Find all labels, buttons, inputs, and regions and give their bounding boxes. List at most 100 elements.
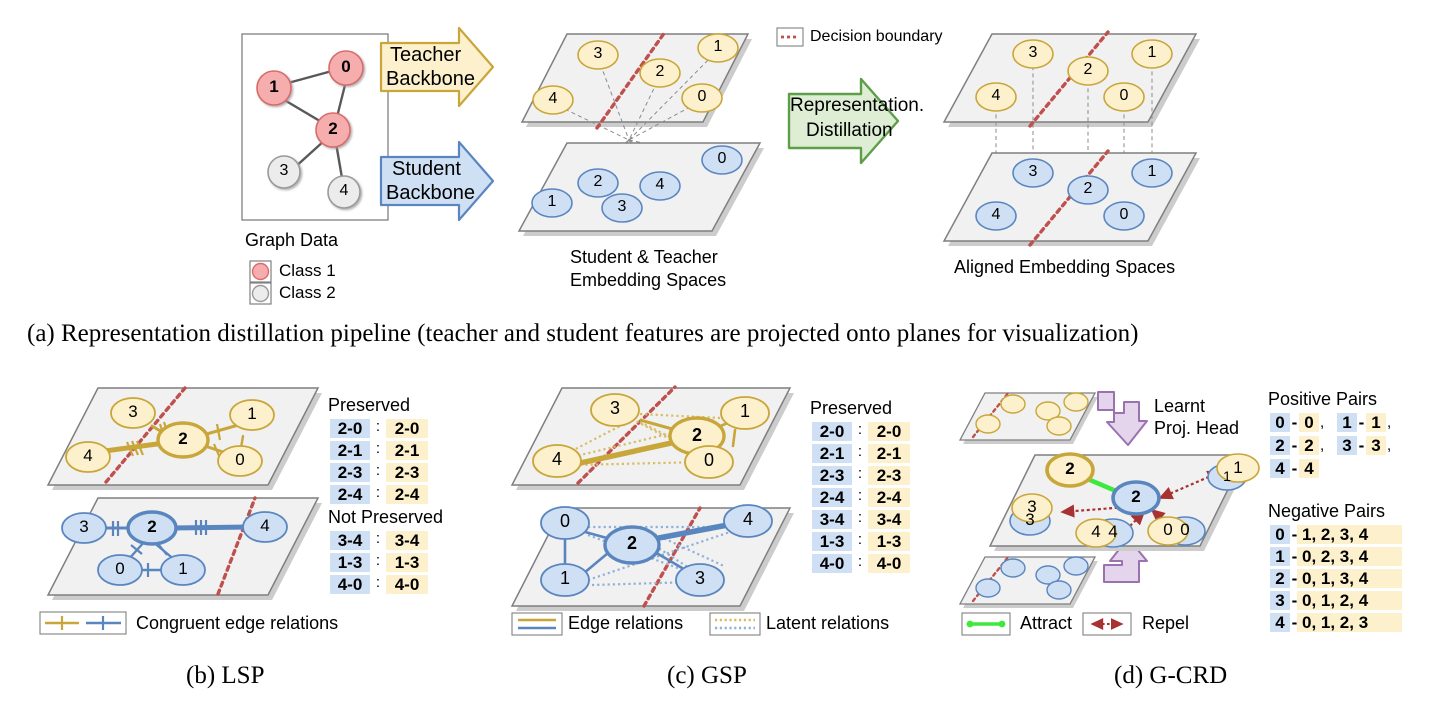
distillation-label-line1: Representation.: [790, 95, 925, 116]
student-backbone-label-line1: Student: [392, 158, 461, 180]
gcrd-teacher-node-1: 1: [1233, 458, 1243, 477]
lsp-preserved-sep-0: :: [375, 418, 381, 435]
unaligned-student-node-2: 2: [593, 173, 603, 190]
figure-canvas: [39, 26, 1402, 636]
gcrd-legend-repel-swatch: [1082, 612, 1132, 636]
gcrd-pos-comma-1b: ,: [1387, 437, 1392, 454]
gcrd-legend-repel-label: Repel: [1142, 613, 1190, 633]
gcrd-student-node-4: 4: [1108, 522, 1118, 541]
gsp-preserved-sep-4: :: [857, 509, 863, 526]
distillation-label-line2: Distillation: [806, 120, 893, 141]
gsp-preserved-sep-1: :: [857, 443, 863, 460]
lsp-legend-label: Congruent edge relations: [136, 613, 339, 633]
gsp-student-node-1: 1: [559, 568, 570, 588]
gcrd-neg-4a: 4: [1275, 613, 1285, 632]
gsp-preserved-sep-3: :: [857, 487, 863, 504]
aligned-teacher-node-3: 3: [1028, 44, 1038, 61]
unaligned-student-node-0: 0: [717, 150, 727, 167]
lsp-student-node-1: 1: [178, 559, 188, 578]
gsp-legend-latent-swatch: [709, 612, 761, 636]
decision-boundary-legend-swatch: [776, 27, 804, 47]
gsp-teacher-node-3: 3: [609, 398, 620, 418]
gsp-preserved-sep-2: :: [857, 465, 863, 482]
figure-root: 0 1 2 3 4 Graph Data Class 1 Class 2 Tea…: [0, 0, 1446, 711]
lsp-student-node-2: 2: [147, 517, 157, 536]
gcrd-teacher-node-2: 2: [1065, 459, 1075, 478]
gsp-preserved-right-2: 2-3: [876, 466, 902, 485]
gsp-preserved-left-3: 2-4: [819, 488, 845, 507]
gsp-preserved-left-4: 3-4: [819, 510, 845, 529]
gsp-preserved-right-4: 3-4: [876, 510, 902, 529]
gcrd-proj-head-label-line1: Learnt: [1154, 396, 1206, 416]
gsp-preserved-sep-6: :: [857, 553, 863, 570]
lsp-not-preserved-right-1: 1-3: [394, 553, 420, 572]
gcrd-pos-2a: 4: [1275, 459, 1285, 478]
aligned-student-node-3: 3: [1028, 163, 1038, 180]
gcrd-neg-0b: 1, 2, 3, 4: [1302, 525, 1369, 544]
graph-node-label-2: 2: [328, 119, 338, 138]
lsp-preserved-left-3: 2-4: [337, 485, 363, 504]
gsp-legend-edge-label: Edge relations: [568, 613, 684, 633]
unaligned-teacher-node-2: 2: [655, 63, 665, 80]
gsp-preserved-right-3: 2-4: [876, 488, 902, 507]
aligned-student-node-0: 0: [1119, 206, 1129, 223]
unaligned-teacher-node-4: 4: [548, 90, 558, 107]
legend-label-class1: Class 1: [279, 261, 336, 280]
gcrd-neg-1a: 1: [1275, 547, 1285, 566]
lsp-student-node-0: 0: [115, 559, 125, 578]
teacher-backbone-arrow: [379, 26, 495, 108]
graph-node-label-4: 4: [339, 182, 349, 199]
lsp-legend-swatch: [39, 611, 127, 635]
gsp-preserved-right-6: 4-0: [876, 554, 902, 573]
graph-node-label-1: 1: [269, 77, 279, 96]
unaligned-student-node-4: 4: [655, 176, 665, 193]
gcrd-neg-dash-2: -: [1291, 569, 1298, 588]
unaligned-teacher-node-1: 1: [713, 38, 723, 55]
gcrd-student-node-0: 0: [1180, 520, 1190, 539]
lsp-preserved-right-1: 2-1: [394, 441, 420, 460]
unaligned-student-node-3: 3: [617, 198, 627, 215]
gcrd-legend-attract-label: Attract: [1020, 613, 1073, 633]
gsp-teacher-node-4: 4: [551, 449, 562, 469]
gcrd-student-node-3: 3: [1025, 510, 1035, 529]
lsp-preserved-sep-1: :: [375, 440, 381, 457]
student-backbone-label-line2: Backbone: [386, 182, 475, 204]
gcrd-positive-heading: Positive Pairs: [1268, 389, 1378, 409]
lsp-teacher-node-3: 3: [128, 402, 138, 421]
gcrd-neg-1b: 0, 2, 3, 4: [1302, 547, 1369, 566]
lsp-preserved-right-0: 2-0: [394, 419, 420, 438]
gcrd-neg-4b: 0, 1, 2, 3: [1302, 613, 1369, 632]
lsp-preserved-sep-2: :: [375, 462, 381, 479]
gsp-legend-edge-swatch: [511, 612, 563, 636]
lsp-not-preserved-heading: Not Preserved: [328, 507, 444, 527]
graph-node-label-3: 3: [279, 162, 289, 179]
gcrd-proj-head-label-line2: Proj. Head: [1154, 418, 1240, 438]
gcrd-pos-0a: 0: [1275, 413, 1285, 432]
gcrd-teacher-node-4: 4: [1091, 522, 1101, 541]
gsp-student-node-4: 4: [742, 509, 753, 529]
gcrd-pos-1a: 2: [1275, 436, 1285, 455]
aligned-spaces-label: Aligned Embedding Spaces: [954, 257, 1176, 277]
aligned-student-node-1: 1: [1147, 163, 1157, 180]
teacher-backbone-label-line2: Backbone: [386, 68, 475, 90]
gcrd-neg-dash-0: -: [1291, 525, 1298, 544]
gsp-preserved-right-0: 2-0: [876, 422, 902, 441]
lsp-preserved-left-2: 2-3: [337, 463, 363, 482]
gcrd-neg-dash-4: -: [1291, 613, 1298, 632]
gsp-student-node-3: 3: [694, 568, 705, 588]
gsp-teacher-node-2: 2: [691, 425, 702, 445]
lsp-preserved-right-3: 2-4: [394, 485, 420, 504]
gsp-preserved-heading: Preserved: [810, 398, 893, 418]
gsp-student-node-0: 0: [559, 511, 570, 531]
decision-boundary-legend-label: Decision boundary: [810, 28, 943, 45]
gcrd-neg-3b: 0, 1, 2, 4: [1302, 591, 1369, 610]
unaligned-spaces-label-line2: Embedding Spaces: [570, 270, 727, 290]
lsp-not-preserved-sep-1: :: [375, 552, 381, 569]
student-backbone-arrow: [379, 140, 495, 222]
lsp-teacher-node-2: 2: [178, 429, 188, 448]
gcrd-neg-dash-3: -: [1291, 591, 1298, 610]
aligned-teacher-node-0: 0: [1119, 87, 1129, 104]
unaligned-teacher-node-3: 3: [593, 45, 603, 62]
gsp-teacher-node-1: 1: [739, 401, 750, 421]
gcrd-teacher-node-0: 0: [1163, 520, 1173, 539]
